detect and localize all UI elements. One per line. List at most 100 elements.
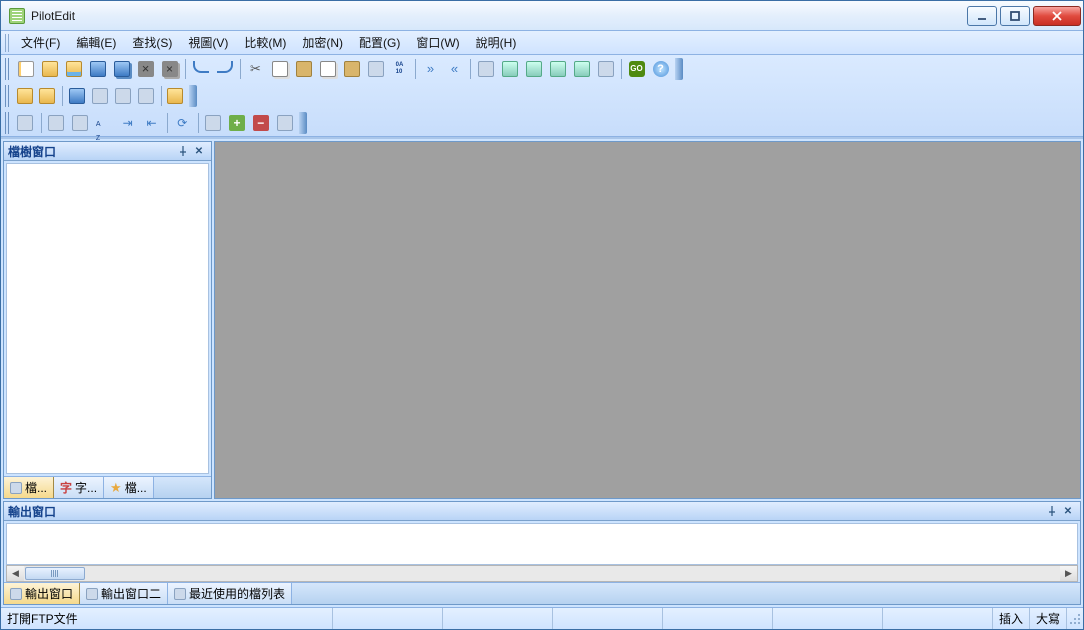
output-tab-label: 最近使用的檔列表 — [189, 585, 285, 602]
save-button[interactable] — [86, 57, 109, 80]
hex-mode-button[interactable] — [388, 57, 411, 80]
titlebar: PilotEdit — [1, 1, 1083, 31]
status-cell-3 — [553, 608, 663, 629]
grip-icon — [5, 34, 11, 52]
menu-file[interactable]: 文件(F) — [13, 31, 68, 54]
side-tab-favorites[interactable]: ★ 檔... — [104, 477, 154, 498]
char-icon: 字 — [60, 479, 72, 496]
menu-view[interactable]: 視圖(V) — [180, 31, 236, 54]
ftp-upload-button[interactable] — [66, 84, 88, 107]
save-as-button[interactable] — [110, 57, 133, 80]
output-tab-2[interactable]: 輸出窗口二 — [80, 583, 168, 604]
prev-button[interactable]: « — [443, 57, 466, 80]
horizontal-scrollbar[interactable]: ◀ ▶ — [6, 565, 1078, 582]
close-button[interactable] — [1033, 6, 1081, 26]
app-title: PilotEdit — [31, 9, 967, 23]
pin-button[interactable] — [175, 143, 191, 159]
toolbar-overflow-icon[interactable] — [299, 112, 307, 134]
format-button[interactable] — [45, 111, 68, 134]
open-file-button[interactable] — [38, 57, 61, 80]
close-panel-button[interactable]: ✕ — [1060, 503, 1076, 519]
sort-button[interactable] — [92, 111, 115, 134]
next-button[interactable]: » — [419, 57, 442, 80]
menu-window[interactable]: 窗口(W) — [408, 31, 467, 54]
file-tree-body[interactable] — [6, 163, 209, 474]
output-tab-label: 輸出窗口二 — [101, 585, 161, 602]
collapse-plus-button[interactable] — [226, 111, 249, 134]
separator-icon — [198, 113, 199, 133]
compare-next-button[interactable] — [522, 57, 545, 80]
undo-button[interactable] — [189, 57, 212, 80]
column-mode-button[interactable] — [364, 57, 387, 80]
side-tab-chars[interactable]: 字 字... — [54, 477, 104, 498]
scroll-right-icon[interactable]: ▶ — [1060, 566, 1077, 581]
menu-help[interactable]: 說明(H) — [468, 31, 525, 54]
copy-append-button[interactable] — [316, 57, 339, 80]
toolbar-overflow-icon[interactable] — [675, 58, 683, 80]
highlight-button[interactable] — [14, 111, 37, 134]
side-tab-files[interactable]: 檔... — [4, 477, 54, 498]
output-body[interactable] — [6, 523, 1078, 565]
paste-button[interactable] — [292, 57, 315, 80]
pin-button[interactable] — [1044, 503, 1060, 519]
expand-button[interactable] — [202, 111, 225, 134]
indent-add-button[interactable]: ⇥ — [116, 111, 139, 134]
compare-prev-button[interactable] — [546, 57, 569, 80]
copy-button[interactable] — [268, 57, 291, 80]
bookmark-button[interactable] — [474, 57, 497, 80]
new-file-button[interactable] — [14, 57, 37, 80]
open-ftp-button[interactable] — [62, 57, 85, 80]
files-icon — [10, 482, 22, 494]
side-tabs: 檔... 字 字... ★ 檔... — [4, 476, 211, 498]
main-area: 檔樹窗口 ✕ 檔... 字 字... ★ 檔... — [1, 137, 1083, 501]
output-tab-label: 輸出窗口 — [25, 585, 73, 602]
maximize-button[interactable] — [1000, 6, 1030, 26]
status-message: 打開FTP文件 — [1, 608, 333, 629]
status-cell-4 — [663, 608, 773, 629]
ftp-connect-button[interactable] — [14, 84, 36, 107]
separator-icon — [41, 113, 42, 133]
toolbar-overflow-icon[interactable] — [189, 85, 197, 107]
merge-button[interactable] — [570, 57, 593, 80]
help-button[interactable] — [649, 57, 672, 80]
grip-icon — [5, 85, 11, 107]
refresh-button[interactable]: ⟳ — [171, 111, 194, 134]
list-icon — [174, 588, 186, 600]
find-in-files-button[interactable] — [594, 57, 617, 80]
redo-button[interactable] — [213, 57, 236, 80]
paste-append-button[interactable] — [340, 57, 363, 80]
scroll-left-icon[interactable]: ◀ — [7, 566, 24, 581]
minimize-button[interactable] — [967, 6, 997, 26]
scroll-thumb[interactable] — [25, 567, 85, 580]
collapse-all-button[interactable] — [273, 111, 296, 134]
side-tab-label: 檔... — [25, 479, 47, 496]
indent-remove-button[interactable]: ⇤ — [140, 111, 163, 134]
ftp-lock-button[interactable] — [165, 84, 187, 107]
menu-compare[interactable]: 比較(M) — [236, 31, 294, 54]
menu-search[interactable]: 查找(S) — [124, 31, 180, 54]
compare-button[interactable] — [498, 57, 521, 80]
ftp-refresh-button[interactable] — [112, 84, 134, 107]
ftp-settings-button[interactable] — [135, 84, 157, 107]
reformat-button[interactable] — [69, 111, 92, 134]
ftp-download-button[interactable] — [89, 84, 111, 107]
editor-area[interactable] — [214, 141, 1081, 499]
file-tree-header: 檔樹窗口 ✕ — [4, 142, 211, 161]
menu-encrypt[interactable]: 加密(N) — [294, 31, 351, 54]
output-tab-1[interactable]: 輸出窗口 — [4, 583, 80, 604]
close-all-button[interactable] — [158, 57, 181, 80]
close-file-button[interactable] — [134, 57, 157, 80]
status-cell-5 — [773, 608, 883, 629]
star-icon: ★ — [110, 480, 122, 496]
cut-button[interactable]: ✂ — [244, 57, 267, 80]
output-tab-recent[interactable]: 最近使用的檔列表 — [168, 583, 292, 604]
collapse-minus-button[interactable] — [249, 111, 272, 134]
resize-grip-icon[interactable] — [1067, 611, 1083, 627]
output-header: 輸出窗口 ✕ — [4, 502, 1080, 521]
status-insert: 插入 — [993, 608, 1030, 629]
ftp-disconnect-button[interactable] — [37, 84, 59, 107]
menu-config[interactable]: 配置(G) — [351, 31, 408, 54]
close-panel-button[interactable]: ✕ — [191, 143, 207, 159]
menu-edit[interactable]: 編輯(E) — [68, 31, 124, 54]
goto-button[interactable] — [625, 57, 648, 80]
